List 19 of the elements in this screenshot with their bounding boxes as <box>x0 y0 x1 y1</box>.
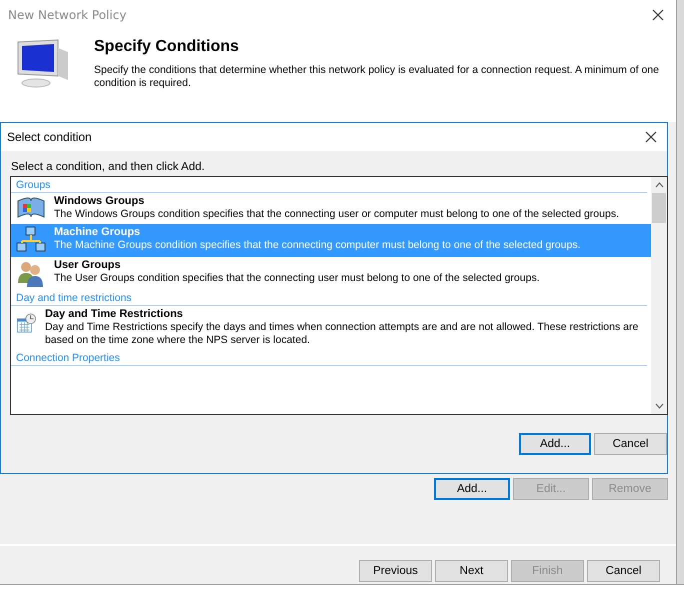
dialog-title: Select condition <box>7 130 92 144</box>
scrollbar-thumb[interactable] <box>652 193 666 223</box>
network-computers-icon <box>16 226 46 254</box>
user-group-icon <box>16 259 46 287</box>
scroll-up-icon[interactable] <box>654 182 664 188</box>
section-heading: Connection Properties <box>11 350 647 366</box>
window-title: New Network Policy <box>8 8 126 22</box>
close-icon[interactable] <box>652 9 664 21</box>
dialog-button[interactable]: Add... <box>519 433 591 455</box>
close-icon[interactable] <box>645 131 657 143</box>
page-heading: Specify Conditions <box>94 38 240 56</box>
scroll-down-icon[interactable] <box>654 403 664 409</box>
dialog-button[interactable]: Add... <box>434 478 510 500</box>
dialog-button[interactable]: Previous <box>359 560 432 582</box>
dialog-button[interactable]: Cancel <box>594 433 667 455</box>
dialog-button[interactable]: Cancel <box>587 560 660 582</box>
instruction-text: Select a condition, and then click Add. <box>10 160 206 175</box>
page-description: Specify the conditions that determine whether this network policy is evaluated for a connection request. A minimum of one condition is required. <box>94 64 660 90</box>
dialog-button[interactable]: Next <box>435 560 508 582</box>
